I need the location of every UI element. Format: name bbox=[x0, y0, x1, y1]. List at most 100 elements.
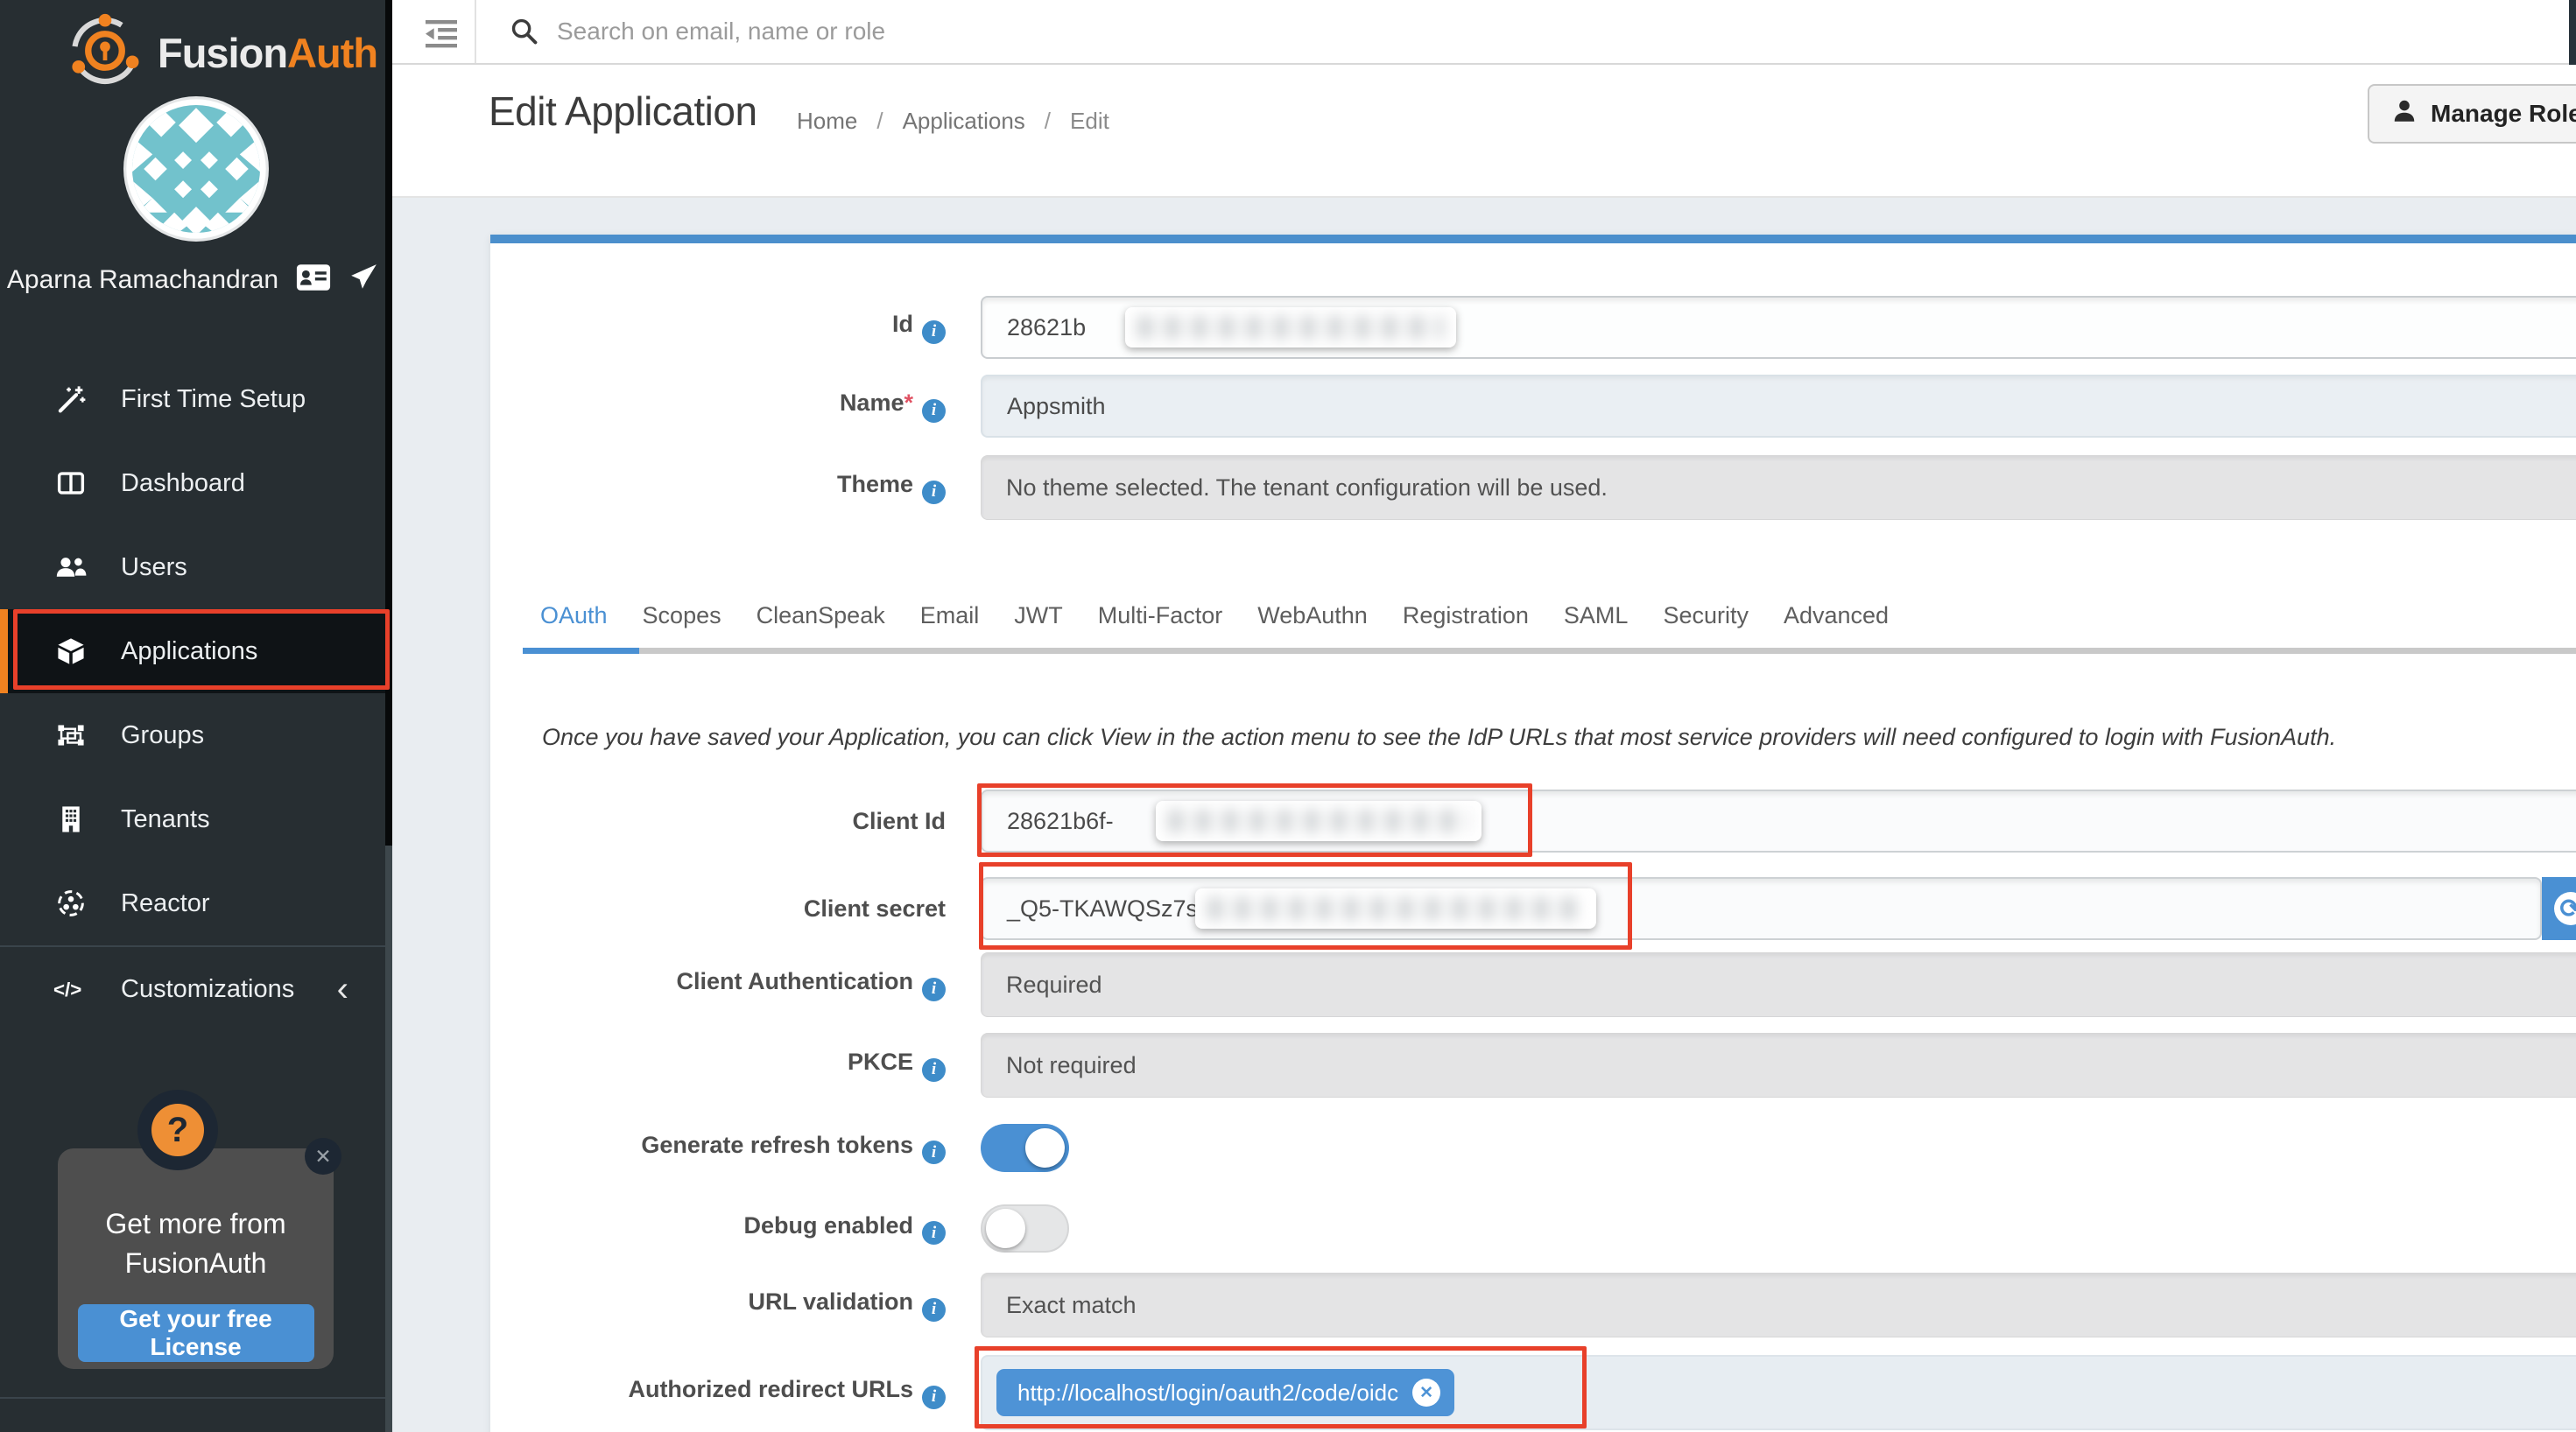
sidebar-item-customizations[interactable]: </> Customizations ‹ bbox=[0, 947, 385, 1031]
redirect-urls-field[interactable]: http://localhost/login/oauth2/code/oidc … bbox=[981, 1355, 2576, 1430]
breadcrumb-home[interactable]: Home bbox=[797, 108, 857, 135]
sidebar-item-tenants[interactable]: Tenants bbox=[0, 777, 385, 861]
tab-cleanspeak[interactable]: CleanSpeak bbox=[739, 595, 903, 635]
info-icon[interactable]: i bbox=[922, 320, 946, 344]
avatar bbox=[123, 96, 269, 242]
sidebar-item-applications[interactable]: Applications bbox=[0, 609, 385, 693]
tab-webauthn[interactable]: WebAuthn bbox=[1240, 595, 1385, 635]
code-icon: </> bbox=[51, 973, 91, 1005]
info-icon[interactable]: i bbox=[922, 1386, 946, 1409]
fusionauth-logo: FusionAuth bbox=[65, 12, 377, 94]
promo-title: Get more from FusionAuth bbox=[58, 1204, 334, 1283]
help-circle[interactable]: ? bbox=[137, 1090, 218, 1170]
debug-enabled-label: Debug enabledi bbox=[490, 1212, 946, 1246]
sidebar-item-groups[interactable]: Groups bbox=[0, 693, 385, 777]
sidebar-scrollbar[interactable] bbox=[385, 0, 392, 1432]
id-field[interactable]: 28621b bbox=[981, 296, 2576, 359]
generate-refresh-tokens-label: Generate refresh tokensi bbox=[490, 1132, 946, 1165]
url-validation-label: URL validationi bbox=[490, 1288, 946, 1322]
tab-security[interactable]: Security bbox=[1645, 595, 1766, 635]
client-id-value: 28621b6f- bbox=[1007, 808, 1114, 835]
client-secret-field[interactable]: _Q5-TKAWQSz7s bbox=[981, 877, 2542, 940]
form-row-url-validation: URL validationi Exact match bbox=[490, 1273, 2576, 1337]
info-icon[interactable]: i bbox=[922, 399, 946, 423]
breadcrumb-separator: / bbox=[1045, 108, 1051, 135]
question-icon: ? bbox=[151, 1104, 204, 1156]
form-row-debug-enabled: Debug enabledi bbox=[490, 1204, 2576, 1253]
manage-roles-button[interactable]: Manage Roles bbox=[2368, 84, 2576, 144]
debug-enabled-toggle[interactable] bbox=[981, 1204, 1069, 1253]
redirect-url-chip: http://localhost/login/oauth2/code/oidc … bbox=[996, 1369, 1454, 1416]
tab-active-indicator bbox=[523, 648, 639, 654]
breadcrumb-current: Edit bbox=[1070, 108, 1109, 135]
info-icon[interactable]: i bbox=[922, 1141, 946, 1164]
toggle-knob bbox=[986, 1209, 1025, 1248]
applications-cube-icon bbox=[51, 635, 91, 667]
breadcrumb-applications[interactable]: Applications bbox=[903, 108, 1025, 135]
search-input[interactable] bbox=[557, 11, 2221, 53]
tab-oauth[interactable]: OAuth bbox=[523, 595, 625, 635]
redaction-smudge bbox=[1195, 888, 1596, 929]
info-icon[interactable]: i bbox=[922, 1298, 946, 1322]
oauth-note: Once you have saved your Application, yo… bbox=[542, 724, 2541, 751]
tab-jwt[interactable]: JWT bbox=[996, 595, 1080, 635]
form-row-generate-refresh-tokens: Generate refresh tokensi bbox=[490, 1124, 2576, 1172]
sidebar: FusionAuth bbox=[0, 0, 392, 1432]
url-validation-select[interactable]: Exact match bbox=[981, 1273, 2576, 1337]
users-icon bbox=[51, 551, 91, 583]
close-icon: ✕ bbox=[314, 1145, 331, 1169]
theme-value: No theme selected. The tenant configurat… bbox=[1006, 474, 1608, 502]
client-secret-value: _Q5-TKAWQSz7s bbox=[1007, 895, 1198, 923]
info-icon[interactable]: i bbox=[922, 481, 946, 504]
sidebar-collapse-button[interactable] bbox=[420, 18, 462, 49]
info-icon[interactable]: i bbox=[922, 1221, 946, 1245]
id-label: Idi bbox=[490, 311, 946, 344]
theme-label: Themei bbox=[490, 471, 946, 504]
client-id-field[interactable]: 28621b6f- bbox=[981, 790, 2576, 853]
application-tabs: OAuth Scopes CleanSpeak Email JWT Multi-… bbox=[523, 595, 2576, 635]
chip-remove-icon[interactable]: ✕ bbox=[1412, 1379, 1440, 1407]
form-row-id: Idi 28621b bbox=[490, 296, 2576, 359]
sidebar-item-reactor[interactable]: Reactor bbox=[0, 861, 385, 945]
info-icon[interactable]: i bbox=[922, 1058, 946, 1082]
tab-advanced[interactable]: Advanced bbox=[1766, 595, 1906, 635]
impersonate-icon[interactable] bbox=[348, 263, 378, 297]
id-value: 28621b bbox=[1007, 314, 1086, 341]
form-row-client-authentication: Client Authenticationi Required bbox=[490, 952, 2576, 1017]
promo-panel: ? ✕ Get more from FusionAuth Get your fr… bbox=[58, 1148, 334, 1369]
promo-close-button[interactable]: ✕ bbox=[305, 1138, 341, 1175]
dashboard-icon bbox=[51, 467, 91, 499]
sidebar-item-first-time-setup[interactable]: First Time Setup bbox=[0, 357, 385, 441]
name-label: Name*i bbox=[490, 390, 946, 423]
toolbar-divider bbox=[475, 0, 476, 63]
sidebar-item-users[interactable]: Users bbox=[0, 525, 385, 609]
pkce-label: PKCEi bbox=[490, 1049, 946, 1082]
theme-select[interactable]: No theme selected. The tenant configurat… bbox=[981, 455, 2576, 520]
sidebar-nav: First Time Setup Dashboard Users bbox=[0, 357, 385, 1031]
redaction-smudge bbox=[1125, 307, 1456, 347]
search-icon bbox=[510, 17, 539, 51]
application-form-card: Idi 28621b Name*i Appsmith Themei bbox=[490, 235, 2576, 1432]
breadcrumb-separator: / bbox=[876, 108, 883, 135]
form-row-name: Name*i Appsmith bbox=[490, 375, 2576, 438]
tab-saml[interactable]: SAML bbox=[1546, 595, 1646, 635]
tab-scopes[interactable]: Scopes bbox=[625, 595, 739, 635]
reactor-icon bbox=[51, 888, 91, 919]
client-authentication-select[interactable]: Required bbox=[981, 952, 2576, 1017]
info-icon[interactable]: i bbox=[922, 978, 946, 1001]
name-field[interactable]: Appsmith bbox=[981, 375, 2576, 438]
regenerate-secret-button[interactable]: ⟳ bbox=[2542, 877, 2576, 940]
tab-multi-factor[interactable]: Multi-Factor bbox=[1080, 595, 1241, 635]
id-card-icon[interactable] bbox=[296, 263, 331, 296]
fusionauth-logo-text: FusionAuth bbox=[158, 29, 377, 77]
sidebar-item-dashboard[interactable]: Dashboard bbox=[0, 441, 385, 525]
topbar bbox=[392, 0, 2576, 65]
pkce-select[interactable]: Not required bbox=[981, 1033, 2576, 1098]
tab-email[interactable]: Email bbox=[903, 595, 997, 635]
get-free-license-button[interactable]: Get your free License bbox=[78, 1304, 314, 1362]
generate-refresh-tokens-toggle[interactable] bbox=[981, 1124, 1069, 1172]
form-row-authorized-redirect-urls: Authorized redirect URLsi http://localho… bbox=[490, 1355, 2576, 1430]
tab-registration[interactable]: Registration bbox=[1385, 595, 1546, 635]
toggle-knob bbox=[1025, 1128, 1065, 1168]
sidebar-scrollbar-thumb[interactable] bbox=[385, 0, 392, 846]
